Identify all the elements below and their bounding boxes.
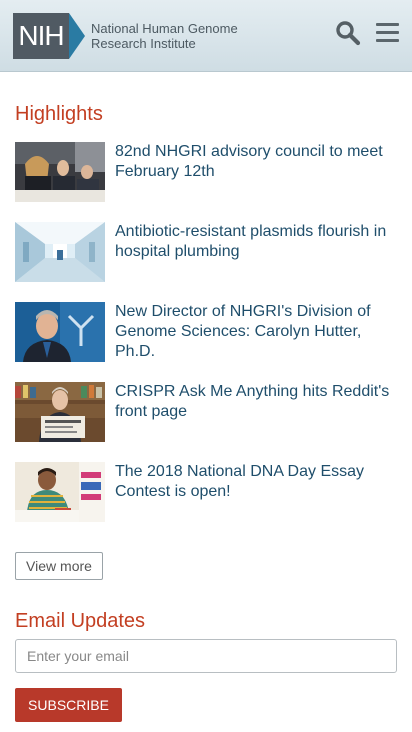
institute-name[interactable]: National Human Genome Research Institute	[91, 21, 261, 51]
subscribe-button[interactable]: SUBSCRIBE	[15, 688, 122, 722]
highlight-item[interactable]: The 2018 National DNA Day Essay Contest …	[15, 462, 400, 524]
highlight-text[interactable]: Antibiotic-resistant plasmids flourish i…	[115, 222, 400, 262]
email-updates-title: Email Updates	[15, 610, 146, 632]
site-header: NIH National Human Genome Research Insti…	[0, 0, 412, 72]
nih-logo-mark: NIH	[13, 13, 69, 59]
highlight-item[interactable]: 82nd NHGRI advisory council to meet Febr…	[15, 142, 400, 204]
council-meeting-photo[interactable]	[15, 142, 105, 202]
email-field[interactable]	[15, 639, 397, 673]
highlight-text[interactable]: The 2018 National DNA Day Essay Contest …	[115, 462, 400, 502]
highlights-title: Highlights	[15, 103, 103, 125]
highlight-text[interactable]: CRISPR Ask Me Anything hits Reddit's fro…	[115, 382, 400, 422]
highlight-text[interactable]: 82nd NHGRI advisory council to meet Febr…	[115, 142, 400, 182]
dna-day-student-photo[interactable]	[15, 462, 105, 522]
hospital-corridor-photo[interactable]	[15, 222, 105, 282]
highlight-item[interactable]: CRISPR Ask Me Anything hits Reddit's fro…	[15, 382, 400, 444]
view-more-button[interactable]: View more	[15, 552, 103, 580]
institute-name-line2: Research Institute	[91, 36, 196, 51]
crispr-ama-photo[interactable]	[15, 382, 105, 442]
highlight-text[interactable]: New Director of NHGRI's Division of Geno…	[115, 302, 400, 362]
highlight-item[interactable]: Antibiotic-resistant plasmids flourish i…	[15, 222, 400, 284]
nih-logo[interactable]: NIH	[13, 13, 85, 59]
highlight-item[interactable]: New Director of NHGRI's Division of Geno…	[15, 302, 400, 364]
hamburger-menu-icon[interactable]	[375, 21, 401, 45]
director-portrait-photo[interactable]	[15, 302, 105, 362]
search-icon[interactable]	[335, 20, 361, 46]
institute-name-line1: National Human Genome	[91, 21, 238, 36]
logo-chevron	[69, 13, 85, 59]
